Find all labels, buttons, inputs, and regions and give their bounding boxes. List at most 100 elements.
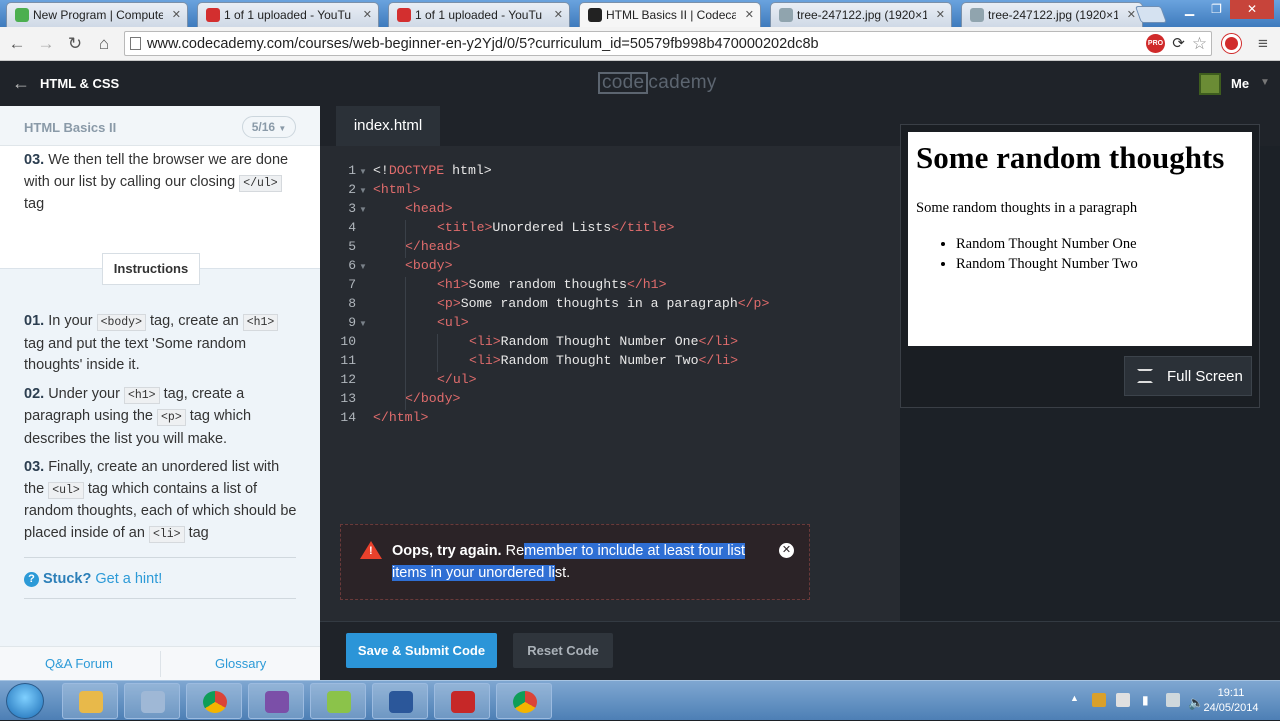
tray-expand-icon[interactable]: ▲ — [1070, 693, 1084, 707]
qa-forum-link[interactable]: Q&A Forum — [45, 656, 113, 671]
code-text: Random Thought Number One — [500, 334, 699, 349]
error-text-pre: Re — [501, 543, 525, 559]
instructions-tab[interactable]: Instructions — [102, 253, 200, 285]
tab-1[interactable]: New Program | Compute ✕ — [6, 2, 188, 27]
network-tray-icon[interactable] — [1166, 693, 1180, 707]
get-hint-link[interactable]: Get a hint! — [95, 571, 162, 587]
taskbar-button[interactable] — [124, 683, 180, 719]
fullscreen-icon — [1137, 369, 1153, 383]
restore-icon[interactable]: ❐ — [1203, 0, 1230, 19]
forward-icon[interactable]: → — [35, 34, 57, 54]
chrome-menu-icon[interactable]: ≡ — [1252, 34, 1274, 54]
code-text: Random Thought Number Two — [500, 353, 699, 368]
user-menu[interactable]: Me — [1231, 76, 1249, 91]
back-icon[interactable]: ← — [6, 34, 28, 54]
taskbar-button[interactable] — [186, 683, 242, 719]
tray-app-icon[interactable] — [1092, 693, 1106, 707]
tab-label: New Program | Compute — [33, 8, 163, 22]
minimize-icon[interactable]: ▁ — [1176, 0, 1203, 19]
close-window-icon[interactable]: ✕ — [1230, 0, 1274, 19]
close-tab-icon[interactable]: ✕ — [554, 8, 563, 21]
bookmark-star-icon[interactable]: ☆ — [1190, 34, 1209, 53]
word-icon — [389, 691, 413, 713]
taskbar-button[interactable] — [496, 683, 552, 719]
divider — [160, 651, 161, 677]
code-line: <p>Some random thoughts in a paragraph</… — [437, 296, 769, 311]
url-text: www.codecademy.com/courses/web-beginner-… — [147, 36, 819, 52]
save-submit-button[interactable]: Save & Submit Code — [346, 633, 497, 668]
logo-code: code — [598, 72, 649, 94]
taskbar-button[interactable] — [62, 683, 118, 719]
code-tag: <title> — [437, 220, 493, 235]
close-error-icon[interactable]: ✕ — [779, 543, 794, 558]
fold-arrow-icon[interactable]: ▼ — [359, 319, 367, 328]
close-tab-icon[interactable]: ✕ — [745, 8, 754, 21]
code-tag: </h1> — [626, 277, 667, 292]
code-line: <li>Random Thought Number Two</li> — [469, 353, 738, 368]
tab-4[interactable]: HTML Basics II | Codecad ✕ — [579, 2, 761, 27]
close-tab-icon[interactable]: ✕ — [936, 8, 945, 21]
step-code: <p> — [157, 409, 186, 426]
sync-extension-icon[interactable]: ⟳ — [1169, 34, 1188, 53]
code-tag: <body> — [405, 258, 453, 273]
tray-device-icon[interactable] — [1116, 693, 1130, 707]
page-icon — [130, 37, 141, 50]
line-number: 2 — [348, 182, 356, 197]
code-tag: </head> — [405, 239, 461, 254]
codecademy-logo[interactable]: code cademy — [598, 72, 717, 94]
line-number: 4 — [348, 220, 356, 235]
taskbar-button[interactable] — [434, 683, 490, 719]
signal-icon[interactable]: ▮ — [1142, 693, 1156, 707]
pro-extension-icon[interactable]: PRO — [1146, 34, 1165, 53]
progress-text: 5/16 — [251, 120, 276, 134]
tab-index-html[interactable]: index.html — [336, 106, 440, 146]
visual-studio-icon — [265, 691, 289, 713]
fold-arrow-icon[interactable]: ▼ — [359, 262, 367, 271]
code-line: <li>Random Thought Number One</li> — [469, 334, 738, 349]
clock[interactable]: 19:11 24/05/2014 — [1196, 686, 1266, 716]
line-number: 1 — [348, 163, 356, 178]
tip-code: </ul> — [239, 174, 282, 192]
start-button-icon[interactable] — [6, 683, 44, 719]
instruction-step: 02. Under your <h1> tag, create a paragr… — [24, 384, 299, 451]
close-tab-icon[interactable]: ✕ — [363, 8, 372, 21]
tab-6[interactable]: tree-247122.jpg (1920×10 ✕ — [961, 2, 1143, 27]
avatar[interactable] — [1199, 73, 1221, 95]
instruction-step: 03. Finally, create an unordered list wi… — [24, 457, 299, 545]
close-tab-icon[interactable]: ✕ — [172, 8, 181, 21]
back-arrow-icon[interactable]: ← — [12, 73, 30, 94]
line-number: 5 — [348, 239, 356, 254]
network-icon — [141, 691, 165, 713]
clock-time: 19:11 — [1217, 687, 1245, 699]
favicon-icon — [588, 8, 602, 22]
taskbar-button[interactable] — [310, 683, 366, 719]
fold-arrow-icon[interactable]: ▼ — [359, 186, 367, 195]
favicon-icon — [15, 8, 29, 22]
step-text: Under your — [44, 385, 124, 402]
code-tag: <head> — [405, 201, 453, 216]
tab-3[interactable]: 1 of 1 uploaded - YouTu ✕ — [388, 2, 570, 27]
address-bar[interactable]: www.codecademy.com/courses/web-beginner-… — [124, 31, 1212, 56]
full-screen-button[interactable]: Full Screen — [1124, 356, 1252, 396]
taskbar-button[interactable] — [248, 683, 304, 719]
fold-arrow-icon[interactable]: ▼ — [359, 167, 367, 176]
reload-icon[interactable]: ↻ — [64, 34, 86, 54]
new-tab-button[interactable] — [1134, 6, 1168, 23]
taskbar-button[interactable] — [372, 683, 428, 719]
reset-code-button[interactable]: Reset Code — [513, 633, 613, 668]
home-icon[interactable]: ⌂ — [93, 34, 115, 54]
window-controls: ▁ ❐ ✕ — [1176, 0, 1274, 20]
instruction-step: 01. In your <body> tag, create an <h1> t… — [24, 311, 299, 377]
error-message: Oops, try again. Remember to include at … — [392, 540, 782, 584]
adblock-icon[interactable] — [1222, 34, 1241, 53]
fold-arrow-icon[interactable]: ▼ — [359, 205, 367, 214]
course-title[interactable]: HTML & CSS — [40, 76, 119, 91]
tab-5[interactable]: tree-247122.jpg (1920×10 ✕ — [770, 2, 952, 27]
chevron-down-icon[interactable]: ▼ — [1260, 77, 1270, 88]
lesson-progress-dropdown[interactable]: 5/16 ▼ — [242, 116, 296, 138]
glossary-link[interactable]: Glossary — [215, 656, 266, 671]
tor-icon — [327, 691, 351, 713]
tab-2[interactable]: 1 of 1 uploaded - YouTu ✕ — [197, 2, 379, 27]
hint-row[interactable]: ? Stuck? Get a hint! — [24, 571, 162, 587]
close-tab-icon[interactable]: ✕ — [1127, 8, 1136, 21]
